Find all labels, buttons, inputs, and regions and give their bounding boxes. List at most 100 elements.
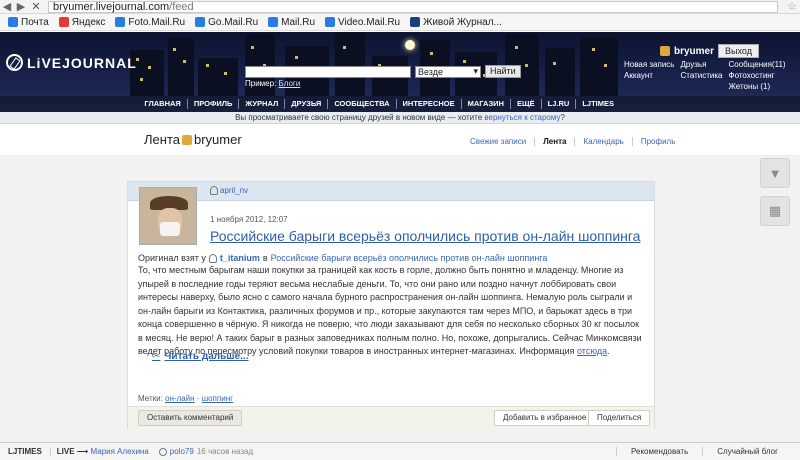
notice-text: Вы просматриваете свою страницу друзей в… bbox=[235, 113, 485, 122]
logout-button[interactable]: Выход bbox=[718, 44, 759, 58]
bookmark-livejournal[interactable]: Живой Журнал... bbox=[406, 17, 506, 28]
stop-icon[interactable]: ✕ bbox=[28, 0, 44, 13]
user-links: Новая запись Друзья Сообщения(11) Аккаун… bbox=[624, 60, 786, 91]
recent-time: 16 часов назад bbox=[196, 447, 254, 456]
forward-icon[interactable]: ▶ bbox=[14, 0, 28, 14]
tab-profile[interactable]: Профиль bbox=[633, 137, 684, 146]
search-button[interactable]: Найти bbox=[485, 65, 521, 78]
user-icon bbox=[181, 134, 192, 145]
bookmark-video-mail[interactable]: Video.Mail.Ru bbox=[321, 17, 404, 28]
nav-ljru[interactable]: LJ.RU bbox=[542, 99, 577, 109]
nav-communities[interactable]: СООБЩЕСТВА bbox=[328, 99, 397, 109]
bookmark-label: Живой Журнал... bbox=[423, 16, 502, 28]
url-input[interactable]: bryumer.livejournal.com/feed bbox=[48, 0, 778, 13]
bookmark-label: Почта bbox=[21, 16, 49, 28]
user-icon bbox=[660, 46, 670, 56]
filter-icon[interactable]: ▼ bbox=[760, 158, 790, 188]
repost-prefix: Оригинал взят у bbox=[138, 253, 206, 263]
repost-link[interactable]: Российские барыги всерьёз ополчились про… bbox=[271, 253, 548, 263]
bookmark-pochta[interactable]: Почта bbox=[4, 17, 53, 28]
bookmark-go-mail[interactable]: Go.Mail.Ru bbox=[191, 17, 262, 28]
live-user-link[interactable]: Мария Алехина bbox=[91, 447, 149, 456]
avatar[interactable] bbox=[139, 187, 197, 245]
bookmark-label: Mail.Ru bbox=[281, 16, 316, 28]
post-body-line: он-лайн барыги из Контактика, различных … bbox=[138, 305, 633, 316]
repost-in: в bbox=[262, 253, 268, 263]
recent-user-name: polo79 bbox=[169, 447, 194, 456]
lj-pen-icon bbox=[6, 54, 23, 71]
livejournal-logo[interactable]: LiVEJOURNAL bbox=[6, 54, 137, 71]
tokens-link[interactable]: Жетоны (1) bbox=[729, 82, 786, 91]
live-ticker: LIVE ⟶ Мария Алехина bbox=[51, 447, 155, 456]
chevron-down-icon: ▾ bbox=[473, 66, 478, 76]
user-icon bbox=[158, 447, 167, 456]
current-user-name[interactable]: bryumer bbox=[674, 46, 714, 57]
search-scope-select[interactable]: Везде ▾ bbox=[415, 65, 481, 78]
tab-feed[interactable]: Лента bbox=[535, 137, 576, 146]
friends-link[interactable]: Друзья bbox=[680, 60, 722, 69]
tag-link[interactable]: он-лайн bbox=[165, 394, 195, 403]
new-view-notice: Вы просматриваете свою страницу друзей в… bbox=[0, 112, 800, 124]
photo-hosting-link[interactable]: Фотохостинг bbox=[729, 71, 786, 80]
city-building bbox=[168, 38, 194, 96]
stats-link[interactable]: Статистика bbox=[680, 71, 722, 80]
lj-status-bar: LJTIMES LIVE ⟶ Мария Алехина polo79 16 ч… bbox=[0, 442, 800, 460]
bookmark-star-icon[interactable]: ☆ bbox=[784, 0, 800, 13]
nav-friends[interactable]: ДРУЗЬЯ bbox=[285, 99, 329, 109]
city-building bbox=[335, 32, 365, 96]
post-body-line: упырей в последние годы теряют весьма не… bbox=[138, 278, 617, 289]
messages-link[interactable]: Сообщения(11) bbox=[729, 60, 786, 69]
post-body-end: . bbox=[607, 346, 610, 356]
notice-end: ? bbox=[560, 113, 565, 122]
recent-user[interactable]: polo79 16 часов назад bbox=[155, 447, 257, 456]
post-body: То, что местным барыгам наши покупки за … bbox=[138, 264, 646, 359]
tab-recent[interactable]: Свежие записи bbox=[462, 137, 536, 146]
user-links-spacer bbox=[624, 82, 674, 91]
tags-separator: · bbox=[194, 394, 202, 403]
nav-profile[interactable]: ПРОФИЛЬ bbox=[188, 99, 240, 109]
recommend-link[interactable]: Рекомендовать bbox=[616, 447, 702, 456]
nav-more[interactable]: ЕЩЁ bbox=[511, 99, 542, 109]
bookmark-mail-ru[interactable]: Mail.Ru bbox=[264, 17, 319, 28]
new-post-link[interactable]: Новая запись bbox=[624, 60, 674, 69]
bookmark-foto-mail[interactable]: Foto.Mail.Ru bbox=[111, 17, 189, 28]
city-building bbox=[198, 58, 238, 96]
nav-ljtimes[interactable]: LJTIMES bbox=[576, 99, 620, 109]
search-scope-value: Везде bbox=[418, 66, 443, 77]
source-link[interactable]: отсюда bbox=[577, 346, 607, 356]
page-title-bar: Лента bryumer Свежие записи Лента Календ… bbox=[0, 124, 800, 156]
leave-comment-button[interactable]: Оставить комментарий bbox=[138, 410, 243, 426]
nav-shop[interactable]: МАГАЗИН bbox=[462, 99, 511, 109]
back-icon[interactable]: ◀ bbox=[0, 0, 14, 14]
example-link[interactable]: Блоги bbox=[279, 79, 301, 88]
repost-user[interactable]: t_itanium bbox=[220, 253, 260, 263]
random-blog-link[interactable]: Случайный блог bbox=[702, 447, 792, 456]
calendar-icon[interactable]: ▦ bbox=[760, 196, 790, 226]
mail-ru-icon bbox=[268, 17, 279, 27]
read-more-link[interactable]: ✂ Читать дальше... bbox=[152, 351, 249, 362]
nav-interesting[interactable]: ИНТЕРЕСНОЕ bbox=[397, 99, 462, 109]
page-title-user[interactable]: bryumer bbox=[194, 132, 242, 147]
add-favorite-button[interactable]: Добавить в избранное bbox=[494, 410, 596, 426]
nav-home[interactable]: ГЛАВНАЯ bbox=[138, 99, 188, 109]
read-more-label: Читать дальше... bbox=[164, 351, 249, 362]
tab-calendar[interactable]: Календарь bbox=[575, 137, 633, 146]
share-button[interactable]: Поделиться bbox=[588, 410, 651, 426]
post-body-line: То, что местным барыгам наши покупки за … bbox=[138, 265, 624, 275]
account-link[interactable]: Аккаунт bbox=[624, 71, 674, 80]
notice-revert-link[interactable]: вернуться к старому bbox=[484, 113, 560, 122]
ljtimes-logo[interactable]: LJTIMES bbox=[0, 447, 51, 456]
nav-journal[interactable]: ЖУРНАЛ bbox=[239, 99, 286, 109]
moon-decoration bbox=[405, 40, 415, 50]
browser-address-bar: ◀ ▶ ✕ bryumer.livejournal.com/feed ☆ bbox=[0, 0, 800, 14]
post-author[interactable]: april_nv bbox=[210, 186, 248, 195]
bookmark-label: Foto.Mail.Ru bbox=[128, 16, 186, 28]
main-nav: ГЛАВНАЯ ПРОФИЛЬ ЖУРНАЛ ДРУЗЬЯ СООБЩЕСТВА… bbox=[0, 96, 800, 112]
page-tabs: Свежие записи Лента Календарь Профиль bbox=[462, 137, 683, 146]
bookmark-yandex[interactable]: Яндекс bbox=[55, 17, 110, 28]
scissors-icon: ✂ bbox=[152, 351, 161, 362]
search-input[interactable] bbox=[245, 65, 411, 78]
tag-link[interactable]: шоппинг bbox=[202, 394, 233, 403]
url-host: bryumer.livejournal.com bbox=[53, 0, 170, 13]
post-title[interactable]: Российские барыги всерьёз ополчились про… bbox=[210, 228, 640, 244]
